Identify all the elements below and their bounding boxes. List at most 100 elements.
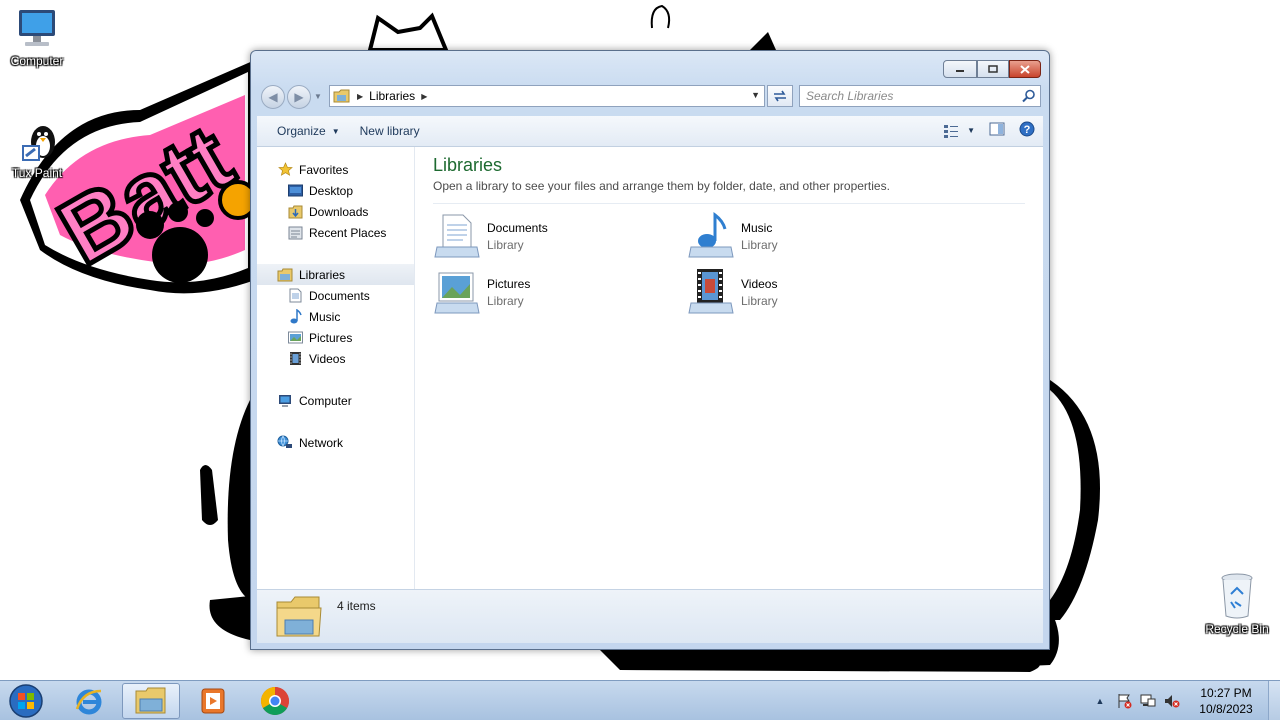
new-library-label: New library: [359, 124, 420, 138]
recycle-bin-icon: [1221, 573, 1253, 619]
close-button[interactable]: [1009, 60, 1041, 78]
page-title: Libraries: [433, 155, 503, 175]
videos-library-icon: [688, 269, 734, 314]
search-box[interactable]: Search Libraries: [799, 85, 1041, 107]
preview-pane-button[interactable]: [989, 122, 1005, 139]
help-icon: ?: [1019, 121, 1035, 137]
new-library-button[interactable]: New library: [350, 124, 430, 138]
library-item-documents[interactable]: Documents Library: [433, 211, 653, 263]
clock[interactable]: 10:27 PM 10/8/2023: [1190, 685, 1262, 717]
nav-item-documents[interactable]: Documents: [257, 285, 414, 306]
taskbar-chrome[interactable]: [246, 683, 304, 719]
show-hidden-icons-button[interactable]: ▲: [1090, 691, 1110, 711]
refresh-icon: [774, 90, 786, 102]
forward-button[interactable]: ▶: [287, 85, 311, 109]
command-bar: Organize ▼ New library ▼ ?: [257, 116, 1043, 147]
start-button[interactable]: [4, 683, 48, 719]
nav-item-computer[interactable]: Computer: [257, 390, 414, 411]
back-button[interactable]: ◀: [261, 85, 285, 109]
nav-item-videos[interactable]: Videos: [257, 348, 414, 369]
computer-icon: [19, 10, 55, 46]
library-item-videos[interactable]: Videos Library: [687, 267, 907, 319]
organize-button[interactable]: Organize ▼: [267, 124, 350, 138]
nav-item-label: Network: [299, 435, 344, 450]
minimize-button[interactable]: [943, 60, 977, 78]
breadcrumb-arrow-icon[interactable]: ▶: [357, 92, 363, 101]
nav-item-desktop[interactable]: Desktop: [257, 180, 414, 201]
recent-pages-dropdown[interactable]: ▼: [314, 92, 322, 101]
organize-label: Organize: [277, 124, 326, 138]
documents-library-icon: [434, 214, 480, 258]
desktop-icon-recycle-bin[interactable]: Recycle Bin: [1202, 572, 1272, 636]
taskbar-windows-explorer[interactable]: [122, 683, 180, 719]
libraries-large-icon: [276, 596, 322, 637]
breadcrumb-arrow-icon[interactable]: ▶: [421, 92, 427, 101]
nav-item-recent-places[interactable]: Recent Places: [257, 222, 414, 243]
nav-item-pictures[interactable]: Pictures: [257, 327, 414, 348]
navigation-row: ◀ ▶ ▼ ▶ Libraries ▶ ▼ Search Libraries: [259, 84, 1041, 110]
view-options-icon: [944, 124, 959, 138]
search-input[interactable]: Search Libraries: [806, 89, 893, 103]
music-icon: [287, 309, 303, 325]
address-bar[interactable]: ▶ Libraries ▶ ▼: [329, 85, 765, 107]
nav-item-libraries[interactable]: Libraries: [257, 264, 414, 285]
computer-icon: [277, 393, 293, 409]
page-subtitle: Open a library to see your files and arr…: [433, 179, 1025, 204]
internet-explorer-icon: [75, 689, 102, 715]
documents-icon: [287, 288, 303, 304]
network-status-icon[interactable]: [1138, 691, 1158, 711]
recent-places-icon: [287, 225, 303, 241]
explorer-body: Favorites Desktop Downloads Recent Place…: [257, 147, 1043, 589]
preview-pane-icon: [989, 122, 1005, 136]
details-pane: 4 items: [257, 589, 1043, 643]
taskbar-internet-explorer[interactable]: [60, 683, 118, 719]
maximize-button[interactable]: [977, 60, 1009, 78]
navigation-pane: Favorites Desktop Downloads Recent Place…: [257, 147, 415, 589]
desktop-icon-label: Computer: [10, 54, 64, 68]
network-icon: [277, 435, 293, 451]
chevron-down-icon: ▼: [967, 126, 975, 135]
taskbar-media-player[interactable]: [184, 683, 242, 719]
tux-paint-icon: [22, 126, 55, 161]
item-count: 4 items: [337, 599, 376, 613]
library-name: Pictures: [487, 277, 531, 291]
nav-item-label: Favorites: [299, 162, 349, 177]
desktop-icon-computer[interactable]: Computer: [2, 8, 72, 68]
action-center-icon[interactable]: [1114, 691, 1134, 711]
volume-muted-icon[interactable]: [1162, 691, 1182, 711]
downloads-folder-icon: [287, 204, 303, 220]
library-item-pictures[interactable]: Pictures Library: [433, 267, 653, 319]
nav-item-label: Pictures: [309, 330, 353, 345]
explorer-window: ◀ ▶ ▼ ▶ Libraries ▶ ▼ Search Libraries O…: [250, 50, 1050, 650]
library-type: Library: [487, 294, 524, 308]
change-view-button[interactable]: ▼: [943, 124, 975, 138]
desktop-icon-label: Tux Paint: [11, 166, 63, 180]
refresh-button[interactable]: [767, 85, 793, 107]
show-desktop-button[interactable]: [1268, 681, 1280, 720]
search-icon[interactable]: [1022, 89, 1036, 103]
content-pane: Libraries Open a library to see your fil…: [415, 147, 1043, 589]
nav-item-label: Recent Places: [309, 225, 387, 240]
maximize-icon: [988, 65, 998, 73]
nav-item-label: Libraries: [299, 267, 346, 282]
nav-item-downloads[interactable]: Downloads: [257, 201, 414, 222]
nav-item-label: Documents: [309, 288, 370, 303]
nav-item-label: Videos: [309, 351, 346, 366]
breadcrumb-libraries[interactable]: Libraries: [369, 89, 415, 103]
library-type: Library: [487, 238, 524, 252]
clock-date: 10/8/2023: [1199, 702, 1253, 716]
nav-item-label: Downloads: [309, 204, 369, 219]
windows-explorer-icon: [135, 687, 166, 714]
chevron-down-icon: ▼: [331, 126, 340, 136]
address-dropdown-icon[interactable]: ▼: [751, 90, 760, 100]
library-item-music[interactable]: Music Library: [687, 211, 907, 263]
minimize-icon: [956, 70, 964, 72]
library-type: Library: [741, 238, 778, 252]
desktop-icon-tux-paint[interactable]: Tux Paint: [2, 120, 72, 180]
nav-item-favorites[interactable]: Favorites: [257, 159, 414, 180]
libraries-folder-icon: [333, 89, 350, 103]
nav-item-network[interactable]: Network: [257, 432, 414, 453]
help-button[interactable]: ?: [1019, 121, 1035, 140]
nav-item-music[interactable]: Music: [257, 306, 414, 327]
nav-item-label: Music: [309, 309, 341, 324]
